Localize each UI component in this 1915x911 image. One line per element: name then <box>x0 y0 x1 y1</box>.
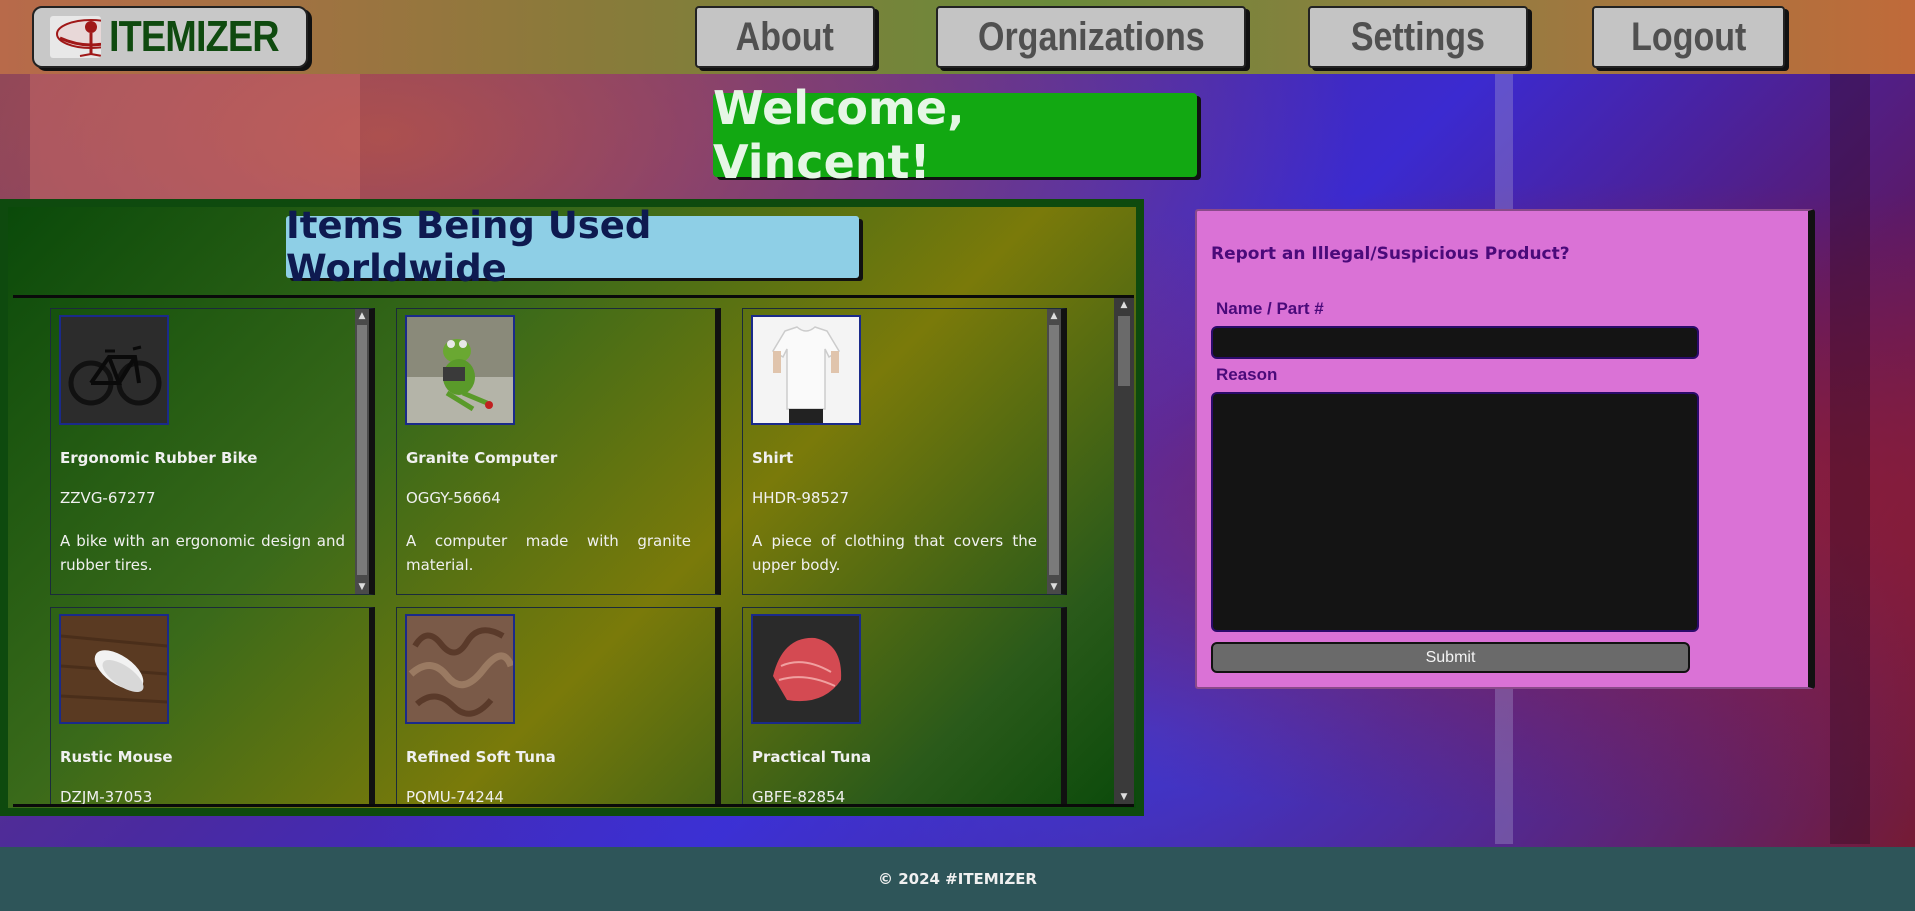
item-name: Refined Soft Tuna <box>406 748 556 766</box>
report-form-title: Report an Illegal/Suspicious Product? <box>1211 244 1570 264</box>
item-image-texture <box>405 614 515 724</box>
item-description: A bike with an ergonomic design and rubb… <box>60 532 345 574</box>
reason-textarea[interactable] <box>1211 392 1699 632</box>
nav-organizations-button[interactable]: Organizations <box>936 6 1246 68</box>
welcome-banner: Welcome, Vincent! <box>713 81 1197 189</box>
page-footer: © 2024 #ITEMIZER <box>0 847 1915 911</box>
item-card[interactable]: Practical Tuna GBFE-82854 <box>742 607 1067 806</box>
item-image-mouse <box>59 614 169 724</box>
item-card[interactable]: Shirt HHDR-98527 A piece of clothing tha… <box>742 308 1067 595</box>
item-code: OGGY-56664 <box>406 489 501 507</box>
card-scrollbar[interactable]: ▲ ▼ <box>1047 309 1061 594</box>
item-name: Practical Tuna <box>752 748 872 766</box>
item-name: Ergonomic Rubber Bike <box>60 449 258 467</box>
background-shadow <box>1830 74 1870 844</box>
report-form: Report an Illegal/Suspicious Product? Na… <box>1195 209 1815 689</box>
item-card[interactable]: Refined Soft Tuna PQMU-74244 <box>396 607 721 806</box>
item-card[interactable]: Ergonomic Rubber Bike ZZVG-67277 A bike … <box>50 308 375 595</box>
scrollbar-thumb[interactable] <box>357 325 367 575</box>
scrollbar-thumb[interactable] <box>1049 325 1059 575</box>
submit-button[interactable]: Submit <box>1211 642 1690 673</box>
scroll-down-icon[interactable]: ▼ <box>1114 790 1134 804</box>
item-code: ZZVG-67277 <box>60 489 156 507</box>
nav-logout-label: Logout <box>1630 14 1747 59</box>
items-scrollbar[interactable]: ▲ ▼ <box>1114 298 1134 804</box>
item-image-frog <box>405 315 515 425</box>
card-scrollbar[interactable]: ▲ ▼ <box>355 309 369 594</box>
scroll-up-icon[interactable]: ▲ <box>1047 309 1061 323</box>
nav-settings-label: Settings <box>1350 14 1486 59</box>
scroll-down-icon[interactable]: ▼ <box>355 580 369 594</box>
reason-field-label: Reason <box>1216 365 1278 384</box>
item-image-shirt <box>751 315 861 425</box>
nav-settings-button[interactable]: Settings <box>1308 6 1528 68</box>
item-code: HHDR-98527 <box>752 489 850 507</box>
logo-home-link[interactable]: ITEMIZER <box>32 6 308 68</box>
name-part-input[interactable] <box>1211 326 1699 359</box>
scroll-up-icon[interactable]: ▲ <box>355 309 369 323</box>
nav-organizations-label: Organizations <box>977 14 1205 59</box>
item-image-tuna <box>751 614 861 724</box>
items-panel-title: Items Being Used Worldwide <box>286 204 859 290</box>
item-card[interactable]: Granite Computer OGGY-56664 A computer m… <box>396 308 721 595</box>
item-card[interactable]: Rustic Mouse DZJM-37053 <box>50 607 375 806</box>
item-description: A computer made with granite material. <box>406 532 691 574</box>
items-panel: Items Being Used Worldwide Ergonomic Rub… <box>0 199 1144 816</box>
nav-about-button[interactable]: About <box>695 6 875 68</box>
item-code: PQMU-74244 <box>406 788 504 806</box>
scroll-up-icon[interactable]: ▲ <box>1114 298 1134 312</box>
item-name: Shirt <box>752 449 794 467</box>
top-navbar: ITEMIZER About Organizations Settings Lo… <box>0 0 1915 74</box>
item-description: A piece of clothing that covers the uppe… <box>752 532 1037 574</box>
scrollbar-thumb[interactable] <box>1118 316 1130 386</box>
nav-logout-button[interactable]: Logout <box>1592 6 1785 68</box>
logo-icon <box>50 16 101 58</box>
item-name: Granite Computer <box>406 449 558 467</box>
items-scroll-area[interactable]: Ergonomic Rubber Bike ZZVG-67277 A bike … <box>13 295 1134 807</box>
item-name: Rustic Mouse <box>60 748 173 766</box>
scroll-down-icon[interactable]: ▼ <box>1047 580 1061 594</box>
nav-about-label: About <box>735 14 835 59</box>
logo-text: ITEMIZER <box>108 12 280 61</box>
item-code: DZJM-37053 <box>60 788 153 806</box>
name-field-label: Name / Part # <box>1216 299 1324 318</box>
item-image-bicycle <box>59 315 169 425</box>
item-code: GBFE-82854 <box>752 788 846 806</box>
